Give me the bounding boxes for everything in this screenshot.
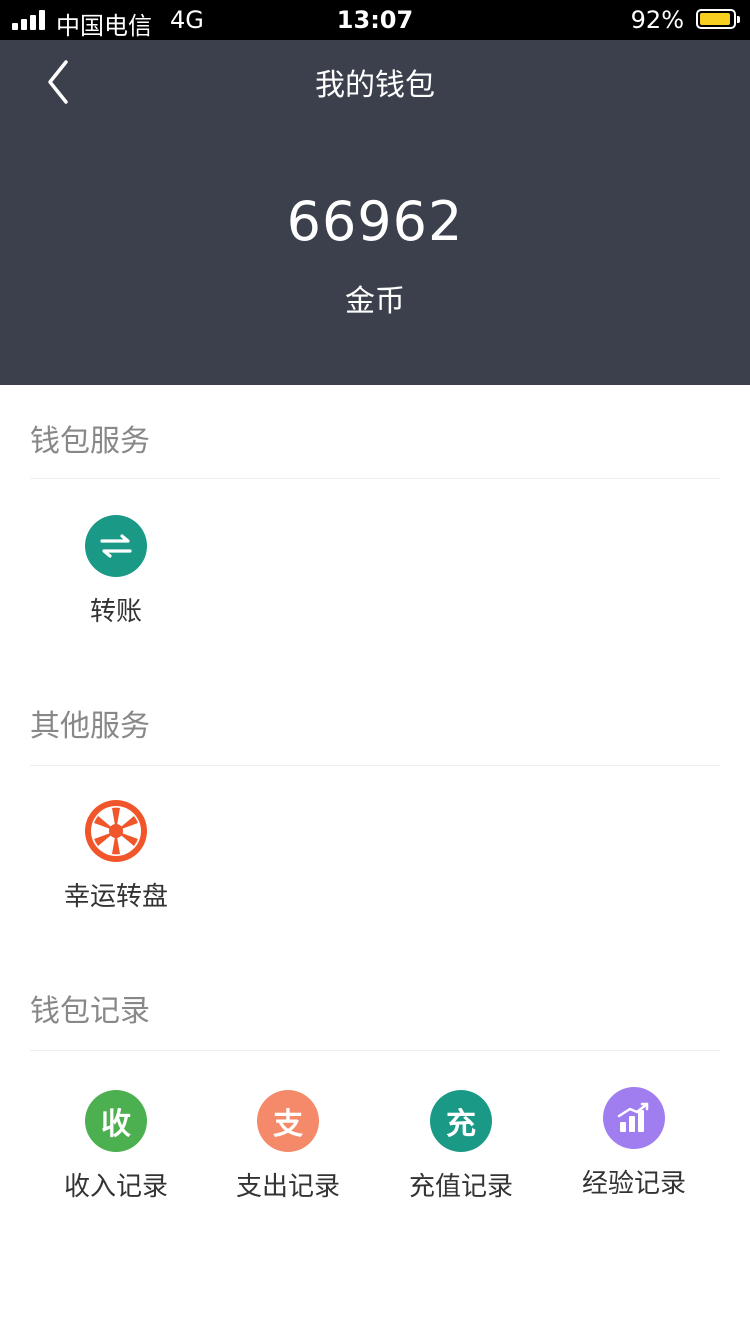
experience-records-button[interactable]: 经验记录	[548, 1087, 720, 1200]
section-title-wallet-services: 钱包服务	[30, 424, 150, 459]
lucky-wheel-icon	[85, 800, 147, 862]
transfer-arrows-icon	[85, 515, 147, 577]
battery-icon	[696, 9, 740, 29]
divider	[30, 765, 720, 766]
divider	[30, 478, 720, 479]
expense-icon: 支	[257, 1090, 319, 1152]
section-title-other-services: 其他服务	[30, 709, 150, 744]
income-icon: 收	[85, 1090, 147, 1152]
lucky-wheel-label: 幸运转盘	[63, 882, 168, 912]
section-title-wallet-records: 钱包记录	[30, 994, 150, 1029]
coin-balance-label: 金币	[345, 284, 405, 319]
expense-records-button[interactable]: 支 支出记录	[202, 1090, 374, 1203]
divider	[30, 1050, 720, 1051]
page-title: 我的钱包	[315, 68, 435, 103]
battery-percent: 92%	[630, 6, 684, 34]
recharge-records-button[interactable]: 充 充值记录	[375, 1090, 547, 1203]
expense-records-label: 支出记录	[235, 1172, 340, 1202]
wallet-header: 我的钱包 66962 金币	[0, 40, 750, 385]
transfer-label: 转账	[89, 597, 142, 627]
experience-records-label: 经验记录	[581, 1169, 686, 1199]
status-bar: 中国电信 4G 13:07 92%	[0, 0, 750, 40]
income-records-button[interactable]: 收 收入记录	[30, 1090, 202, 1203]
coin-balance: 66962	[286, 190, 464, 253]
recharge-records-label: 充值记录	[408, 1172, 513, 1202]
recharge-icon: 充	[430, 1090, 492, 1152]
lucky-wheel-button[interactable]: 幸运转盘	[30, 800, 202, 913]
bar-chart-icon	[603, 1087, 665, 1149]
transfer-button[interactable]: 转账	[30, 515, 202, 628]
income-records-label: 收入记录	[63, 1172, 168, 1202]
